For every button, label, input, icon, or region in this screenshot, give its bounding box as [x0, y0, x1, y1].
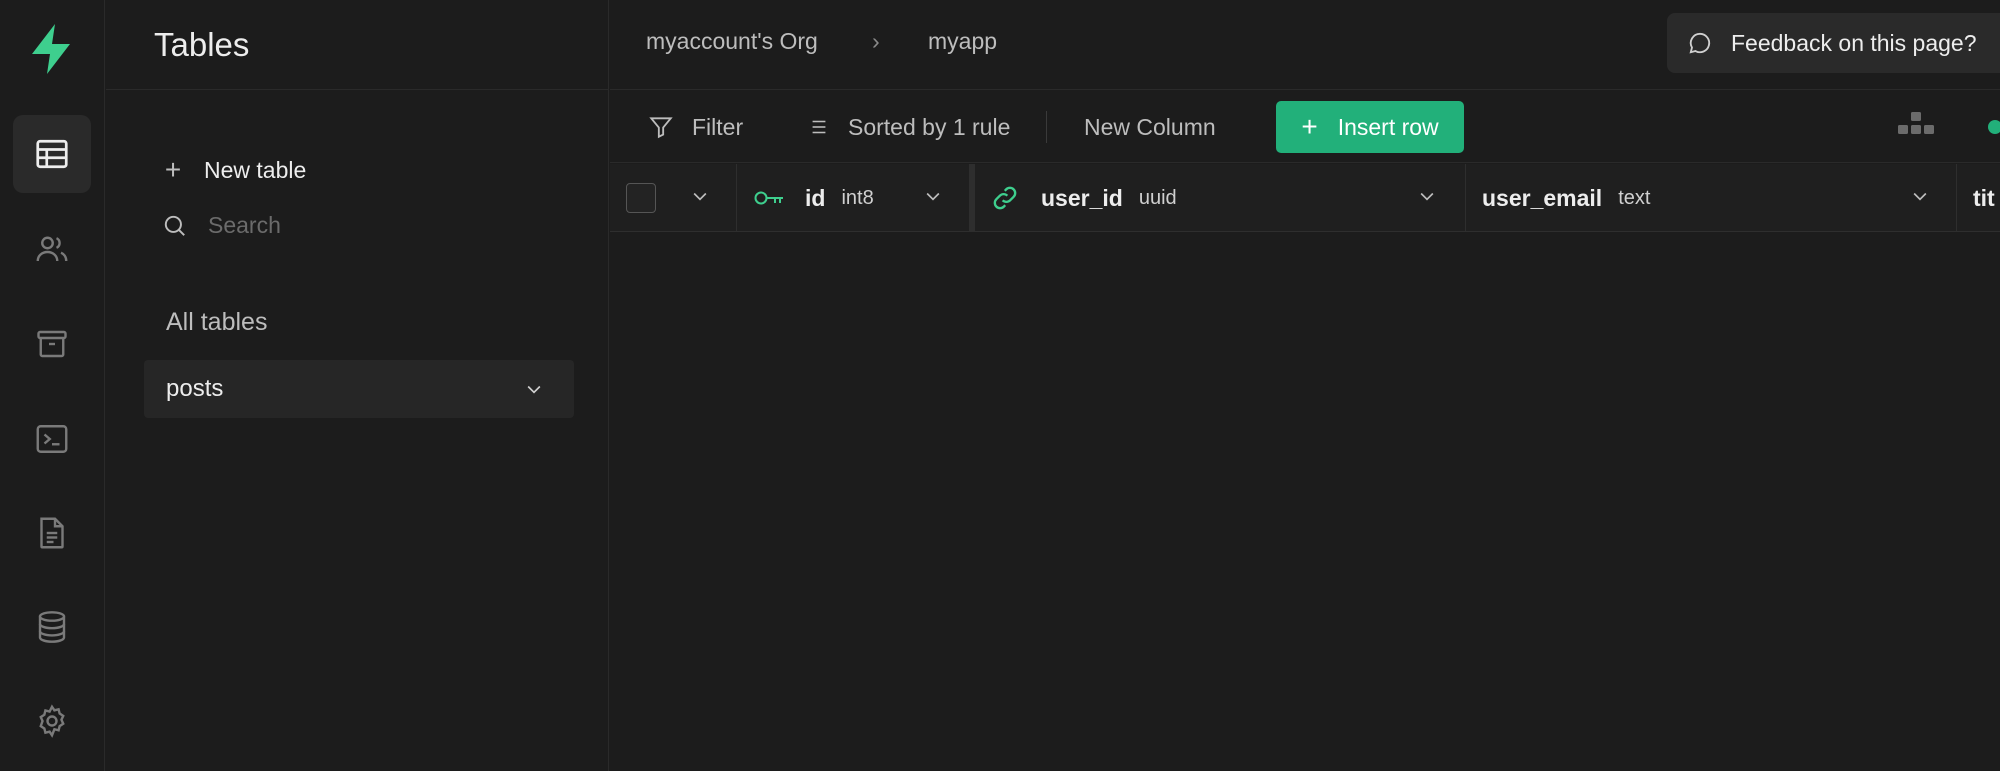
database-icon	[38, 611, 66, 643]
chevron-down-icon[interactable]	[1910, 186, 1930, 206]
left-nav-rail	[0, 0, 105, 771]
all-tables-heading: All tables	[166, 308, 268, 336]
keyboard-shortcuts-icon[interactable]	[1896, 111, 1936, 141]
nav-storage[interactable]	[13, 305, 91, 383]
supabase-logo-icon[interactable]	[26, 22, 76, 76]
top-bar: myaccount's Org › myapp Feedback on this…	[610, 0, 2000, 90]
nav-table-editor[interactable]	[13, 115, 91, 193]
table-editor-icon	[36, 139, 68, 169]
grid-body	[610, 233, 2000, 771]
column-name: user_id	[1041, 184, 1123, 211]
users-icon	[36, 236, 68, 262]
nav-api-docs[interactable]	[13, 494, 91, 572]
table-toolbar: Filter Sorted by 1 rule New Column + Ins…	[610, 91, 2000, 163]
primary-key-icon	[754, 191, 783, 205]
status-indicator-dot	[1988, 120, 2000, 134]
table-list-item-posts[interactable]: posts	[144, 360, 574, 418]
chat-bubble-icon	[1689, 32, 1711, 54]
foreign-key-link-icon	[993, 186, 1017, 210]
sort-button[interactable]: Sorted by 1 rule	[808, 91, 1010, 163]
select-all-cell	[610, 164, 737, 232]
column-header-user-email[interactable]: user_email text	[1466, 164, 1957, 232]
insert-row-label: Insert row	[1337, 113, 1439, 140]
table-name: posts	[166, 375, 224, 402]
sidebar-header: Tables	[106, 0, 608, 90]
sort-label: Sorted by 1 rule	[848, 113, 1011, 140]
chevron-down-icon[interactable]	[690, 186, 710, 206]
settings-icon	[39, 704, 65, 738]
new-column-button[interactable]: New Column	[1084, 91, 1216, 163]
tables-sidebar: Tables + New table Search All tables pos…	[106, 0, 609, 771]
nav-database[interactable]	[13, 588, 91, 666]
feedback-label: Feedback on this page?	[1731, 29, 1977, 56]
sql-terminal-icon	[36, 425, 68, 453]
search-placeholder: Search	[208, 212, 281, 238]
filter-label: Filter	[692, 113, 744, 140]
column-header-user-id[interactable]: user_id uuid	[975, 164, 1466, 232]
new-table-button[interactable]: + New table	[162, 156, 306, 184]
filter-icon	[649, 117, 673, 139]
chevron-down-icon[interactable]	[524, 379, 544, 399]
column-header-title[interactable]: tit	[1957, 164, 2000, 232]
grid-header-row: id int8 user_id uuid user_email text tit	[610, 164, 2000, 232]
toolbar-divider	[1046, 111, 1047, 143]
feedback-button[interactable]: Feedback on this page?	[1667, 13, 2000, 73]
breadcrumb-org[interactable]: myaccount's Org	[646, 28, 818, 55]
column-type: int8	[841, 186, 874, 209]
plus-icon: +	[1301, 111, 1318, 142]
column-type: text	[1618, 186, 1651, 209]
insert-row-button[interactable]: + Insert row	[1276, 101, 1464, 153]
filter-button[interactable]: Filter	[648, 91, 743, 163]
column-type: uuid	[1138, 186, 1177, 209]
nav-settings[interactable]	[13, 682, 91, 760]
list-sort-icon	[812, 120, 826, 134]
column-name: tit	[1973, 184, 1995, 211]
new-table-label: New table	[204, 156, 307, 183]
plus-icon: +	[164, 154, 182, 185]
column-name: id	[805, 184, 826, 211]
search-icon	[164, 215, 185, 236]
storage-icon	[37, 330, 67, 358]
column-header-id[interactable]: id int8	[737, 164, 975, 232]
nav-authentication[interactable]	[13, 210, 91, 288]
new-column-label: New Column	[1084, 113, 1216, 140]
document-icon	[40, 517, 64, 549]
chevron-down-icon[interactable]	[1417, 186, 1437, 206]
sidebar-title: Tables	[154, 25, 250, 63]
breadcrumb-project[interactable]: myapp	[928, 28, 997, 55]
nav-sql-editor[interactable]	[13, 400, 91, 478]
table-search-input[interactable]: Search	[162, 212, 281, 239]
column-name: user_email	[1482, 184, 1603, 211]
breadcrumb-separator: ›	[872, 28, 880, 54]
select-all-checkbox[interactable]	[626, 183, 656, 213]
chevron-down-icon[interactable]	[923, 186, 943, 206]
